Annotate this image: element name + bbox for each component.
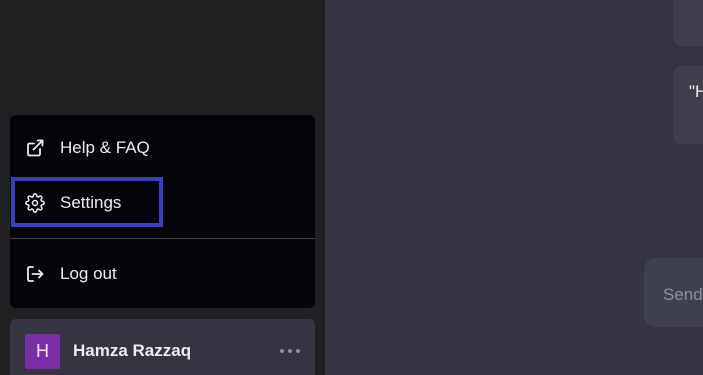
help-faq-menu-item[interactable]: Help & FAQ [10, 126, 315, 170]
message-text: "H [689, 82, 703, 101]
user-name: Hamza Razzaq [73, 341, 192, 360]
composer-placeholder: Send [663, 285, 703, 304]
settings-menu-item[interactable]: Settings [10, 181, 315, 225]
settings-label: Settings [60, 193, 122, 212]
external-link-icon [25, 138, 45, 158]
chat-message-bubble [673, 0, 703, 46]
gear-icon [25, 193, 45, 213]
chat-area: "H Send [325, 0, 703, 375]
user-account-button[interactable]: H Hamza Razzaq [10, 319, 315, 375]
dot [296, 349, 300, 353]
dot [288, 349, 292, 353]
ellipsis-icon[interactable] [280, 344, 300, 358]
dot [280, 349, 284, 353]
logout-menu-item[interactable]: Log out [10, 252, 315, 296]
logout-icon [25, 264, 45, 284]
message-composer[interactable]: Send [644, 258, 703, 327]
logout-label: Log out [60, 264, 117, 283]
help-faq-label: Help & FAQ [60, 138, 150, 157]
avatar: H [25, 334, 60, 369]
user-menu-popup: Help & FAQ Settings Log out [10, 115, 315, 308]
chat-message-bubble: "H [673, 66, 703, 144]
menu-divider [10, 238, 315, 239]
